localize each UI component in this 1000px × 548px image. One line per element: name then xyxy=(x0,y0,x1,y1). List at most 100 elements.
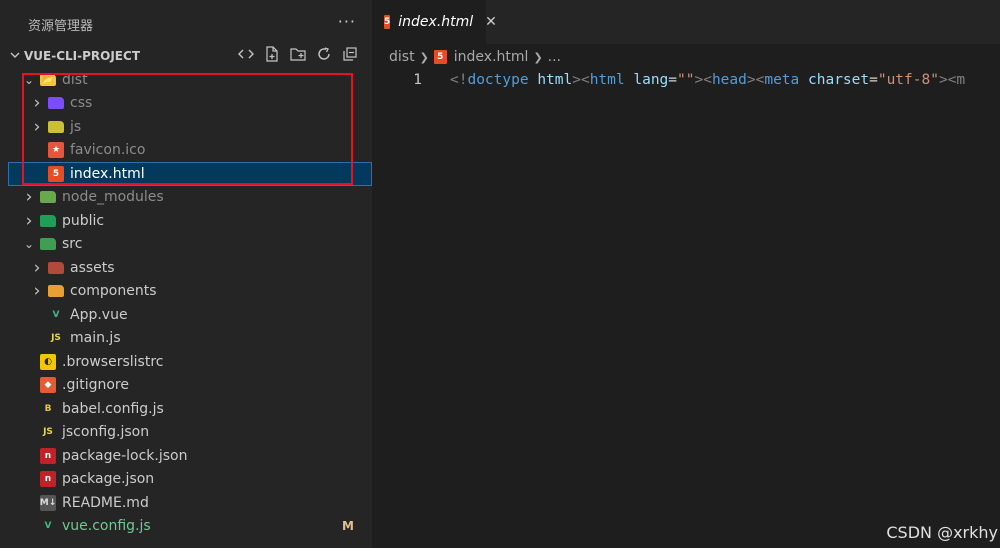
new-folder-icon[interactable] xyxy=(290,46,306,62)
more-actions-icon[interactable]: ··· xyxy=(338,12,356,31)
tree-item[interactable]: ★ favicon.ico xyxy=(0,139,372,163)
tree-item[interactable]: JS main.js xyxy=(0,327,372,351)
tree-item[interactable]: › public xyxy=(0,209,372,233)
breadcrumb-item-file[interactable]: index.html xyxy=(454,49,529,65)
vue-config-icon: V xyxy=(44,521,52,532)
tree-item[interactable]: › components xyxy=(0,280,372,304)
code-token: < xyxy=(580,72,590,88)
code-token: = xyxy=(668,72,678,88)
breadcrumb-item-symbol[interactable]: ... xyxy=(548,49,561,65)
line-number: 1 xyxy=(413,72,422,88)
tree-item-label: assets xyxy=(70,259,115,276)
collapse-all-icon[interactable] xyxy=(342,46,358,62)
folder-dist-icon: 📂 xyxy=(40,73,56,86)
tab-index-html[interactable]: 5 index.html ✕ xyxy=(372,0,497,44)
git-icon: ◆ xyxy=(40,377,56,394)
code-line[interactable]: <!doctype html><html lang=""><head><meta… xyxy=(450,70,965,90)
code-token: charset xyxy=(808,72,870,88)
tree-item[interactable]: n package-lock.json xyxy=(0,444,372,468)
code-token: head xyxy=(711,72,747,88)
tree-item-label: src xyxy=(62,236,83,253)
chevron-right-icon[interactable]: › xyxy=(30,281,44,301)
explorer-sidebar: 资源管理器 ··· VUE-CLI-PROJECT ⌄ 📂 dist › css › js ★… xyxy=(0,0,372,548)
project-header[interactable]: VUE-CLI-PROJECT xyxy=(0,44,372,68)
tree-item[interactable]: n package.json xyxy=(0,468,372,492)
tree-item[interactable]: ⌄ 📂 dist xyxy=(0,68,372,92)
code-token: lang xyxy=(633,72,669,88)
folder-node-icon xyxy=(40,191,56,204)
html5-icon: 5 xyxy=(48,165,64,182)
code-view[interactable]: 1 <!doctype html><html lang=""><head><me… xyxy=(372,70,1000,90)
tree-item-label: .browserslistrc xyxy=(62,353,164,370)
code-token: > xyxy=(694,72,704,88)
browserslist-icon: ◐ xyxy=(40,353,56,370)
chevron-right-icon[interactable]: › xyxy=(30,93,44,113)
split-view-icon[interactable] xyxy=(238,46,254,62)
tree-item-label: main.js xyxy=(70,330,121,347)
code-token: > xyxy=(746,72,756,88)
tree-item[interactable]: › css xyxy=(0,92,372,116)
html5-icon: 5 xyxy=(384,15,391,29)
tree-item[interactable]: › assets xyxy=(0,256,372,280)
code-token: > xyxy=(938,72,948,88)
js-icon: JS xyxy=(51,333,61,344)
tree-item[interactable]: › js xyxy=(0,115,372,139)
code-token: < xyxy=(703,72,712,88)
folder-js-icon xyxy=(48,120,64,133)
tree-item-label: vue.config.js xyxy=(62,518,151,535)
tree-item-label: public xyxy=(62,212,105,229)
tree-item-label: .gitignore xyxy=(62,377,129,394)
tab-label: index.html xyxy=(398,14,474,30)
explorer-header: 资源管理器 ··· xyxy=(0,0,372,48)
chevron-right-icon[interactable]: › xyxy=(22,187,36,207)
code-token: = xyxy=(869,72,878,88)
code-token: > xyxy=(572,72,581,88)
tree-item[interactable]: Bbabel.config.js xyxy=(0,397,372,421)
editor-area: 5 index.html ✕ dist ❯ 5 index.html ❯ ...… xyxy=(372,0,1000,548)
markdown-icon: M↓ xyxy=(40,494,56,511)
tree-item[interactable]: › node_modules xyxy=(0,186,372,210)
tree-item-label: babel.config.js xyxy=(62,400,164,417)
code-token: <m xyxy=(947,72,966,88)
file-tree: ⌄ 📂 dist › css › js ★ favicon.ico 5 index.html › nod… xyxy=(0,68,372,538)
code-token: "utf-8" xyxy=(877,72,939,88)
tree-item[interactable]: V App.vue xyxy=(0,303,372,327)
chevron-down-icon xyxy=(10,50,24,63)
tree-item[interactable]: JS jsconfig.json xyxy=(0,421,372,445)
chevron-right-icon: ❯ xyxy=(419,50,429,64)
chevron-right-icon[interactable]: › xyxy=(30,258,44,278)
chevron-down-icon[interactable]: ⌄ xyxy=(22,237,36,251)
close-icon[interactable]: ✕ xyxy=(485,14,497,30)
breadcrumb-item-dist[interactable]: dist xyxy=(389,49,415,65)
chevron-right-icon[interactable]: › xyxy=(30,117,44,137)
refresh-icon[interactable] xyxy=(316,46,332,62)
project-name: VUE-CLI-PROJECT xyxy=(24,49,140,63)
code-token: meta xyxy=(764,72,800,88)
tree-item-label: package.json xyxy=(62,471,155,488)
code-token: html xyxy=(537,72,573,88)
chevron-down-icon[interactable]: ⌄ xyxy=(22,73,36,87)
new-file-icon[interactable] xyxy=(264,46,280,62)
explorer-title: 资源管理器 xyxy=(28,18,94,34)
chevron-right-icon: ❯ xyxy=(533,50,543,64)
npm-icon: n xyxy=(40,447,56,464)
tree-item[interactable]: 5 index.html xyxy=(8,162,372,186)
tree-item[interactable]: M↓ README.md xyxy=(0,491,372,515)
tree-item[interactable]: ⌄ src xyxy=(0,233,372,257)
tree-item-label: node_modules xyxy=(62,189,164,206)
tree-item[interactable]: Vvue.config.js M xyxy=(0,515,372,539)
tree-item-label: css xyxy=(70,95,93,112)
tree-item-label: index.html xyxy=(70,165,145,182)
code-token: <! xyxy=(450,72,468,88)
chevron-right-icon[interactable]: › xyxy=(22,211,36,231)
babel-icon: B xyxy=(44,403,52,414)
html5-icon: 5 xyxy=(433,50,447,64)
tree-item[interactable]: ◐ .browserslistrc xyxy=(0,350,372,374)
project-actions xyxy=(238,46,358,62)
tree-item[interactable]: ◆ .gitignore xyxy=(0,374,372,398)
code-token: doctype xyxy=(467,72,529,88)
folder-css-icon xyxy=(48,97,64,110)
folder-assets-icon xyxy=(48,261,64,274)
tree-item-label: dist xyxy=(62,71,88,88)
